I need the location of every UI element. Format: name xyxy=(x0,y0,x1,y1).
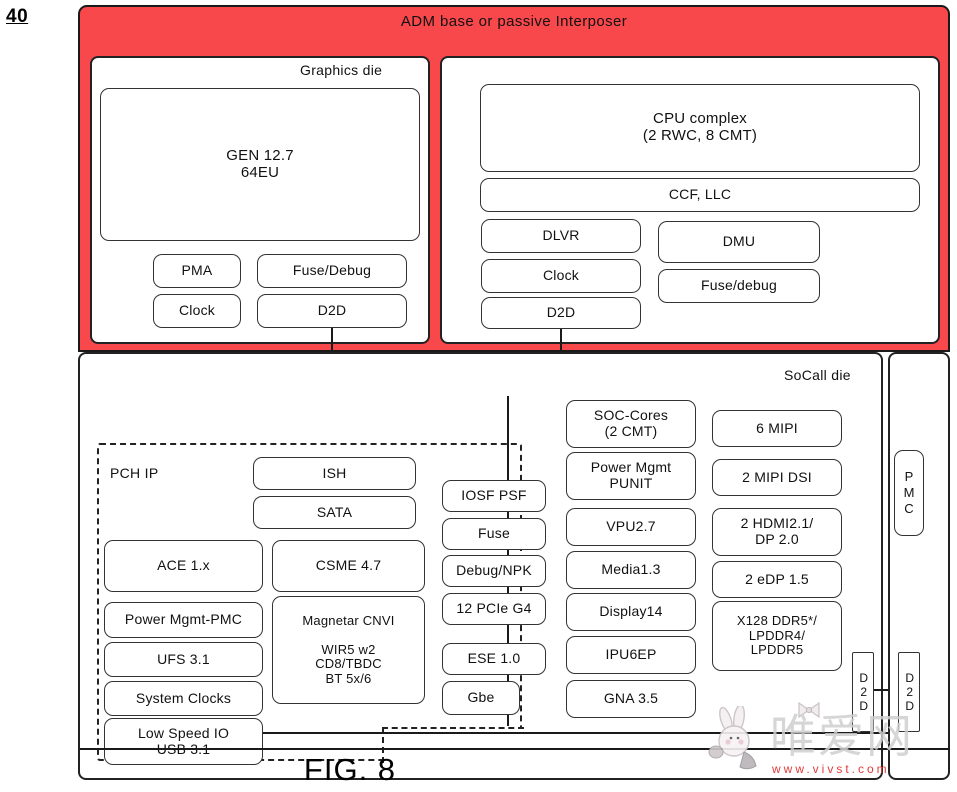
soc-media-block[interactable]: Media1.3 xyxy=(566,551,696,589)
cpu-ccf-llc-block[interactable]: CCF, LLC xyxy=(480,178,920,212)
pch-ufs-block[interactable]: UFS 3.1 xyxy=(104,642,263,677)
soc-mipi-dsi-block[interactable]: 2 MIPI DSI xyxy=(712,459,842,496)
figure-caption: FIG. 8 xyxy=(303,752,397,787)
cpu-dmu-block[interactable]: DMU xyxy=(658,221,820,263)
pch-power-mgmt-pmc-block[interactable]: Power Mgmt-PMC xyxy=(104,602,263,638)
soc-edp-block[interactable]: 2 eDP 1.5 xyxy=(712,561,842,598)
soc-ipu-block[interactable]: IPU6EP xyxy=(566,636,696,674)
cpu-fuse-debug-block[interactable]: Fuse/debug xyxy=(658,269,820,303)
pch-csme-block[interactable]: CSME 4.7 xyxy=(272,540,425,592)
soc-gna-block[interactable]: GNA 3.5 xyxy=(566,680,696,718)
soc-ese-block[interactable]: ESE 1.0 xyxy=(442,643,546,675)
graphics-clock-block[interactable]: Clock xyxy=(153,294,241,328)
watermark-bunny-icon xyxy=(708,706,757,770)
soc-die-label: SoCall die xyxy=(784,367,851,383)
soc-mipi-block[interactable]: 6 MIPI xyxy=(712,410,842,447)
graphics-fuse-debug-block[interactable]: Fuse/Debug xyxy=(257,254,407,288)
pch-system-clocks-block[interactable]: System Clocks xyxy=(104,681,263,716)
cpu-complex-block[interactable]: CPU complex (2 RWC, 8 CMT) xyxy=(480,84,920,172)
graphics-die-label: Graphics die xyxy=(300,62,383,78)
watermark-text: 唯爱网 xyxy=(770,709,914,763)
cpu-clock-block[interactable]: Clock xyxy=(481,259,641,293)
interposer-title: ADM base or passive Interposer xyxy=(400,13,628,30)
pch-ace-block[interactable]: ACE 1.x xyxy=(104,540,263,592)
graphics-pma-block[interactable]: PMA xyxy=(153,254,241,288)
figure-reference-numeral: 40 xyxy=(6,6,29,27)
soc-iosf-psf-block[interactable]: IOSF PSF xyxy=(442,480,546,512)
watermark-url: www.vivst.com xyxy=(772,762,890,776)
soc-debug-npk-block[interactable]: Debug/NPK xyxy=(442,555,546,587)
soc-cores-block[interactable]: SOC-Cores (2 CMT) xyxy=(566,400,696,448)
soc-hdmi-dp-block[interactable]: 2 HDMI2.1/ DP 2.0 xyxy=(712,508,842,556)
graphics-d2d-block[interactable]: D2D xyxy=(257,294,407,328)
cpu-d2d-block[interactable]: D2D xyxy=(481,297,641,329)
pch-magnetar-cnvi-block[interactable]: Magnetar CNVI WIR5 w2 CD8/TBDC BT 5x/6 xyxy=(272,596,425,704)
graphics-gen-block[interactable]: GEN 12.7 64EU xyxy=(100,88,420,241)
soc-vpu-block[interactable]: VPU2.7 xyxy=(566,508,696,546)
pch-ip-label: PCH IP xyxy=(110,465,159,481)
soc-ddr-block[interactable]: X128 DDR5*/ LPDDR4/ LPDDR5 xyxy=(712,601,842,671)
figure-canvas: 40 ADM base or passive Interposer Graphi… xyxy=(0,0,957,792)
pch-ish-block[interactable]: ISH xyxy=(253,457,416,490)
soc-power-mgmt-punit-block[interactable]: Power Mgmt PUNIT xyxy=(566,452,696,500)
cpu-dlvr-block[interactable]: DLVR xyxy=(481,219,641,253)
pmc-block[interactable]: PMC xyxy=(894,450,924,536)
soc-display-block[interactable]: Display14 xyxy=(566,593,696,631)
soc-gbe-block[interactable]: Gbe xyxy=(442,681,520,715)
soc-pcie-block[interactable]: 12 PCIe G4 xyxy=(442,593,546,625)
soc-fuse-block[interactable]: Fuse xyxy=(442,518,546,550)
pch-sata-block[interactable]: SATA xyxy=(253,496,416,529)
